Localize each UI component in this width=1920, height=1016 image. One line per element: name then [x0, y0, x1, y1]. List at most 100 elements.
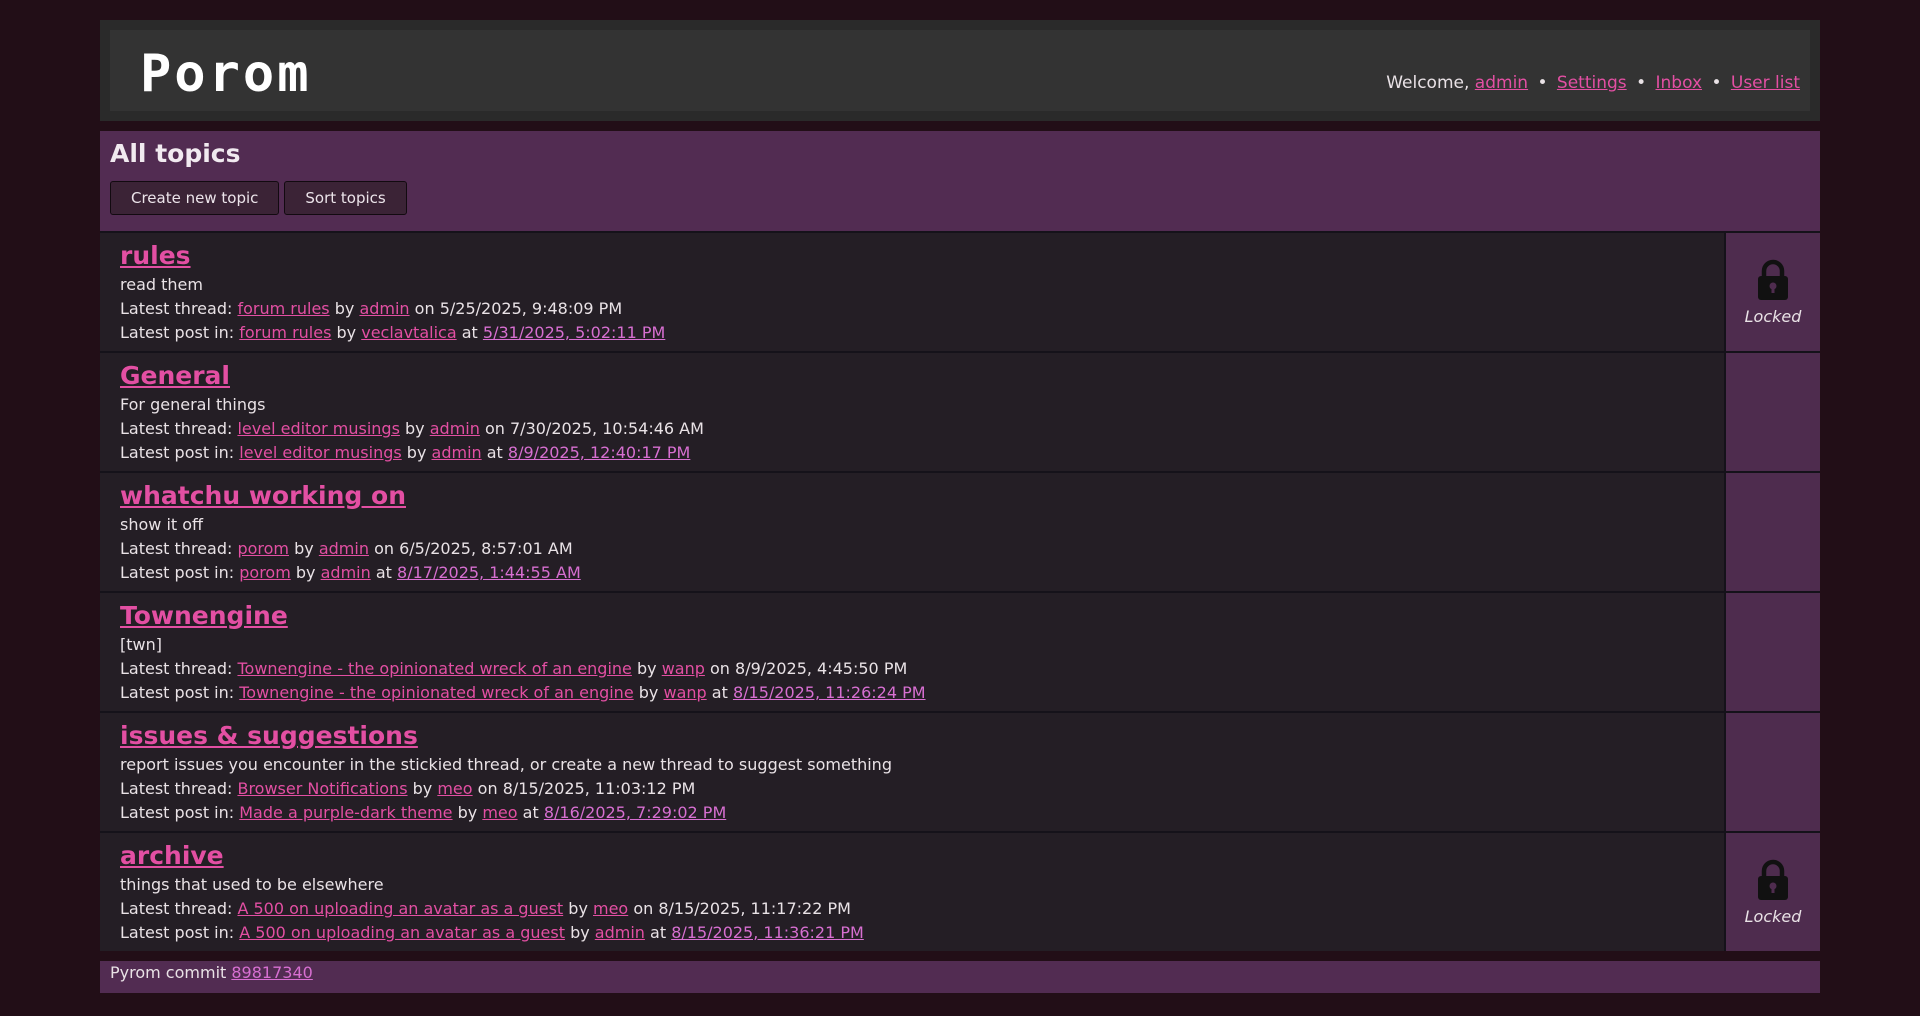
user-link[interactable]: admin	[1475, 73, 1528, 93]
thread-author-link[interactable]: admin	[319, 539, 369, 558]
topic-description: things that used to be elsewhere	[120, 875, 384, 894]
by-label: by	[334, 299, 355, 318]
topic-main: whatchu working on show it off Latest thre…	[100, 473, 1726, 591]
latest-thread-label: Latest thread:	[120, 779, 233, 798]
latest-post-label: Latest post in:	[120, 923, 235, 942]
footer-text: Pyrom commit	[110, 963, 227, 982]
latest-thread-link[interactable]: Townengine - the opinionated wreck of an…	[237, 659, 631, 678]
topic-main: issues & suggestions report issues you en…	[100, 713, 1726, 831]
topic-row: rules read them Latest thread: forum rules…	[100, 231, 1820, 351]
latest-thread-label: Latest thread:	[120, 659, 233, 678]
post-author-link[interactable]: meo	[482, 803, 517, 822]
page-wrapper: Porom Welcome, admin • Settings • Inbox …	[100, 20, 1820, 993]
latest-post-label: Latest post in:	[120, 683, 235, 702]
latest-post-label: Latest post in:	[120, 803, 235, 822]
topic-description: read them	[120, 275, 203, 294]
latest-thread-label: Latest thread:	[120, 419, 233, 438]
latest-thread-link[interactable]: level editor musings	[237, 419, 399, 438]
site-logo[interactable]: Porom	[140, 44, 312, 104]
latest-post-link[interactable]: porom	[239, 563, 291, 582]
latest-post-link[interactable]: Made a purple-dark theme	[239, 803, 452, 822]
thread-author-link[interactable]: admin	[430, 419, 480, 438]
inbox-link[interactable]: Inbox	[1656, 73, 1703, 93]
post-date-link[interactable]: 8/9/2025, 12:40:17 PM	[508, 443, 690, 462]
post-author-link[interactable]: admin	[595, 923, 645, 942]
latest-post-label: Latest post in:	[120, 563, 235, 582]
latest-thread-line: Latest thread: forum rules by admin on 5…	[120, 297, 1704, 321]
topic-description: [twn]	[120, 635, 162, 654]
topic-title-link[interactable]: rules	[120, 241, 191, 270]
topics-toolbar: All topics Create new topic Sort topics	[100, 131, 1820, 231]
topic-title-link[interactable]: issues & suggestions	[120, 721, 418, 750]
thread-date: 5/25/2025, 9:48:09 PM	[439, 299, 623, 318]
create-topic-button[interactable]: Create new topic	[110, 181, 280, 215]
topic-title-link[interactable]: whatchu working on	[120, 481, 406, 510]
topic-row: archive things that used to be elsewhere L…	[100, 831, 1820, 951]
latest-thread-link[interactable]: A 500 on uploading an avatar as a guest	[237, 899, 563, 918]
locked-label: Locked	[1744, 906, 1802, 926]
post-author-link[interactable]: veclavtalica	[361, 323, 456, 342]
thread-author-link[interactable]: meo	[437, 779, 472, 798]
by-label: by	[568, 899, 588, 918]
latest-post-label: Latest post in:	[120, 323, 235, 342]
topic-status	[1726, 353, 1820, 471]
latest-post-link[interactable]: level editor musings	[239, 443, 401, 462]
topic-main: General For general things Latest thread: …	[100, 353, 1726, 471]
latest-post-line: Latest post in: Made a purple-dark theme…	[120, 801, 1704, 825]
post-date-link[interactable]: 8/17/2025, 1:44:55 AM	[397, 563, 581, 582]
latest-post-link[interactable]: A 500 on uploading an avatar as a guest	[239, 923, 565, 942]
separator: •	[1537, 73, 1548, 93]
user-list-link[interactable]: User list	[1731, 73, 1800, 93]
topic-title-link[interactable]: General	[120, 361, 230, 390]
page-title: All topics	[110, 139, 241, 168]
post-date-link[interactable]: 8/15/2025, 11:36:21 PM	[671, 923, 864, 942]
topic-main: rules read them Latest thread: forum rules…	[100, 233, 1726, 351]
on-label: on	[633, 899, 654, 918]
by-label: by	[405, 419, 425, 438]
user-nav: Welcome, admin • Settings • Inbox • User…	[1386, 73, 1800, 93]
topic-status	[1726, 473, 1820, 591]
topic-row: whatchu working on show it off Latest thre…	[100, 471, 1820, 591]
topic-row: General For general things Latest thread: …	[100, 351, 1820, 471]
latest-thread-line: Latest thread: Browser Notifications by …	[120, 777, 1704, 801]
settings-link[interactable]: Settings	[1557, 73, 1627, 93]
latest-thread-link[interactable]: Browser Notifications	[237, 779, 407, 798]
post-date-link[interactable]: 8/16/2025, 7:29:02 PM	[544, 803, 726, 822]
lock-icon	[1758, 259, 1788, 300]
topic-description: show it off	[120, 515, 204, 534]
topic-title-link[interactable]: Townengine	[120, 601, 288, 630]
topic-title-link[interactable]: archive	[120, 841, 224, 870]
latest-thread-link[interactable]: porom	[237, 539, 289, 558]
latest-thread-label: Latest thread:	[120, 539, 233, 558]
latest-post-line: Latest post in: porom by admin at 8/17/2…	[120, 561, 1704, 585]
latest-thread-label: Latest thread:	[120, 299, 233, 318]
at-label: at	[375, 563, 392, 582]
post-author-link[interactable]: wanp	[663, 683, 706, 702]
post-date-link[interactable]: 5/31/2025, 5:02:11 PM	[483, 323, 665, 342]
sort-topics-button[interactable]: Sort topics	[284, 181, 407, 215]
by-label: by	[406, 443, 427, 462]
latest-post-line: Latest post in: A 500 on uploading an av…	[120, 921, 1704, 945]
locked-label: Locked	[1744, 306, 1802, 326]
latest-post-link[interactable]: Townengine - the opinionated wreck of an…	[239, 683, 633, 702]
commit-link[interactable]: 89817340	[231, 963, 312, 982]
at-label: at	[650, 923, 667, 942]
on-label: on	[477, 779, 498, 798]
post-date-link[interactable]: 8/15/2025, 11:26:24 PM	[733, 683, 926, 702]
topic-main: Townengine [twn] Latest thread: Townengine…	[100, 593, 1726, 711]
post-author-link[interactable]: admin	[321, 563, 371, 582]
by-label: by	[294, 539, 314, 558]
topic-list: rules read them Latest thread: forum rules…	[100, 231, 1820, 951]
latest-post-line: Latest post in: Townengine - the opinion…	[120, 681, 1704, 705]
thread-author-link[interactable]: admin	[359, 299, 409, 318]
post-author-link[interactable]: admin	[432, 443, 482, 462]
topic-status	[1726, 713, 1820, 831]
latest-post-link[interactable]: forum rules	[239, 323, 331, 342]
on-label: on	[709, 659, 730, 678]
latest-thread-line: Latest thread: Townengine - the opiniona…	[120, 657, 1704, 681]
thread-author-link[interactable]: wanp	[662, 659, 705, 678]
thread-author-link[interactable]: meo	[593, 899, 628, 918]
at-label: at	[486, 443, 503, 462]
by-label: by	[295, 563, 316, 582]
latest-thread-link[interactable]: forum rules	[237, 299, 329, 318]
